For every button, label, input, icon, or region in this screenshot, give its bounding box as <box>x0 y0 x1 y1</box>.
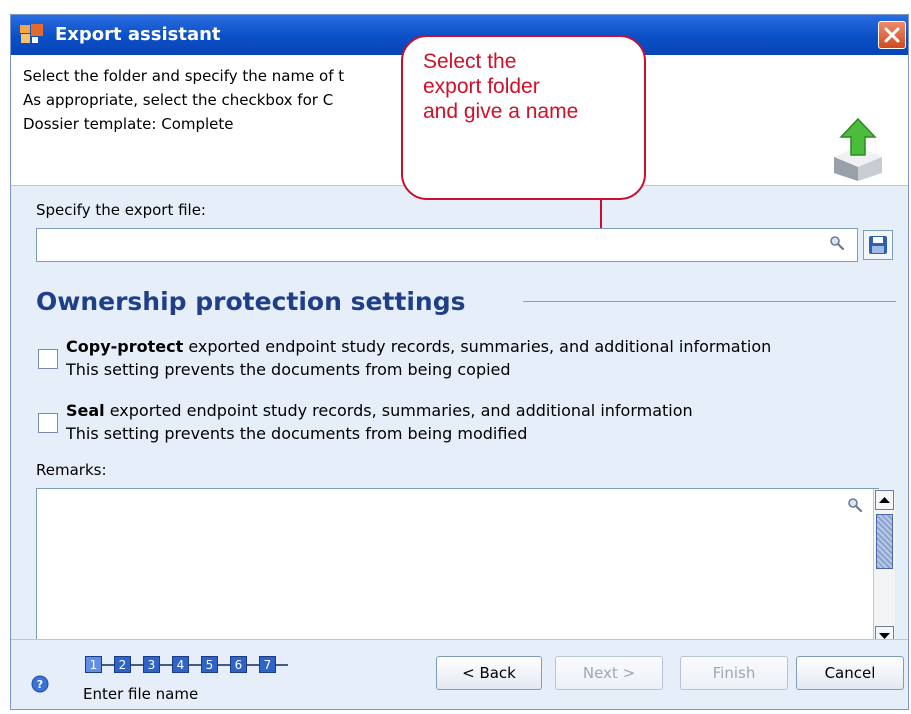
ownership-section-title: Ownership protection settings <box>36 287 466 316</box>
export-file-input[interactable] <box>36 228 858 262</box>
cancel-button[interactable]: Cancel <box>796 656 904 690</box>
save-disk-icon <box>869 236 887 254</box>
help-icon[interactable]: ? <box>31 675 49 693</box>
finish-button[interactable]: Finish <box>680 656 788 690</box>
export-file-label: Specify the export file: <box>36 201 206 219</box>
scroll-thumb[interactable] <box>876 514 893 569</box>
description-line-3: Dossier template: Complete <box>23 115 234 133</box>
remarks-textarea[interactable] <box>36 488 879 648</box>
callout-text: Select the export folder and give a name <box>423 50 579 123</box>
wizard-step-7[interactable]: 7 <box>259 656 276 673</box>
wizard-step-caption: Enter file name <box>83 685 199 703</box>
app-icon <box>19 23 45 45</box>
browse-save-button[interactable] <box>863 230 893 260</box>
wizard-step-3[interactable]: 3 <box>143 656 160 673</box>
wizard-step-4[interactable]: 4 <box>172 656 189 673</box>
copy-protect-text: exported endpoint study records, summari… <box>183 337 772 356</box>
search-icon[interactable] <box>829 235 845 251</box>
description-line-1: Select the folder and specify the name o… <box>23 67 345 85</box>
wizard-step-5[interactable]: 5 <box>201 656 218 673</box>
copy-protect-option: Copy-protect exported endpoint study rec… <box>66 337 771 356</box>
copy-protect-label: Copy-protect <box>66 337 184 356</box>
wizard-step-6[interactable]: 6 <box>230 656 247 673</box>
annotation-callout: Select the export folder and give a name <box>401 35 646 200</box>
window-title: Export assistant <box>55 24 221 45</box>
export-arrow-icon <box>834 117 882 181</box>
next-button[interactable]: Next > <box>555 656 663 690</box>
export-assistant-window: Export assistant Select the folder and s… <box>10 14 909 710</box>
section-divider <box>523 301 896 302</box>
close-icon <box>884 27 900 43</box>
step-connector <box>160 664 172 666</box>
seal-checkbox[interactable] <box>38 413 58 433</box>
wizard-step-1[interactable]: 1 <box>85 656 102 673</box>
copy-protect-description: This setting prevents the documents from… <box>66 360 511 379</box>
close-button[interactable] <box>878 21 906 49</box>
remarks-label: Remarks: <box>36 461 107 479</box>
description-line-2: As appropriate, select the checkbox for … <box>23 91 334 109</box>
step-connector <box>218 664 230 666</box>
copy-protect-checkbox[interactable] <box>38 349 58 369</box>
seal-label: Seal <box>66 401 105 420</box>
svg-text:?: ? <box>37 678 43 691</box>
arrow-up-icon <box>879 497 890 503</box>
wizard-step-2[interactable]: 2 <box>114 656 131 673</box>
seal-text: exported endpoint study records, summari… <box>104 401 693 420</box>
step-connector <box>102 664 114 666</box>
remarks-scrollbar[interactable] <box>873 489 895 647</box>
remarks-search-icon[interactable] <box>847 497 863 513</box>
scroll-up-button[interactable] <box>875 490 894 510</box>
step-connector <box>189 664 201 666</box>
seal-description: This setting prevents the documents from… <box>66 424 528 443</box>
step-connector <box>247 664 259 666</box>
step-connector <box>276 664 288 666</box>
seal-option: Seal exported endpoint study records, su… <box>66 401 693 420</box>
back-button[interactable]: < Back <box>436 656 542 690</box>
step-connector <box>131 664 143 666</box>
